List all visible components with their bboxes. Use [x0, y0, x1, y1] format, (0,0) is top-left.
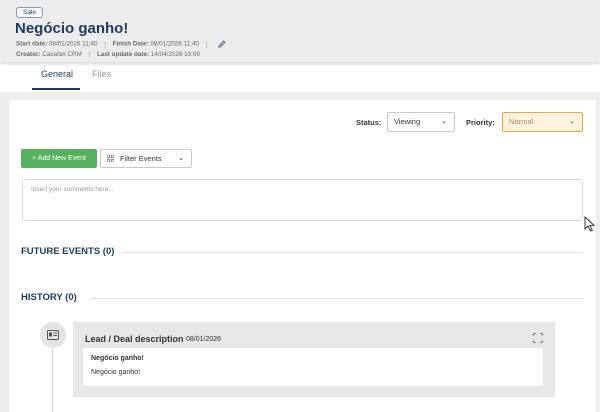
id-card-icon — [47, 330, 59, 340]
priority-label: Priority: — [466, 118, 495, 127]
separator: | — [205, 40, 208, 48]
priority-select[interactable]: Normal ⌄ — [502, 112, 583, 132]
history-card: Lead / Deal description 08/01/2026 Negóc… — [73, 322, 555, 397]
divider — [91, 298, 583, 299]
page-title: Negócio ganho! — [15, 20, 129, 37]
active-tab-indicator — [32, 88, 80, 90]
history-card-heading: Negócio ganho! — [91, 355, 144, 362]
timeline-marker — [40, 322, 66, 348]
priority-value: Normal — [509, 117, 534, 126]
history-card-title: Lead / Deal description — [85, 334, 184, 344]
chevron-down-icon: ⌄ — [178, 155, 184, 162]
filter-events-label: Filter Events — [120, 154, 162, 163]
filter-events-button[interactable]: Filter Events ⌄ — [100, 149, 192, 168]
finish-date-value: 08/01/2026 11:40 — [150, 40, 199, 48]
status-select[interactable]: Viewing ⌄ — [387, 112, 455, 132]
status-value: Viewing — [394, 117, 421, 126]
history-card-body: Negócio ganho! Negócio ganho! — [83, 348, 543, 386]
status-label: Status: — [356, 118, 382, 127]
creator-label: Creator: — [16, 51, 41, 58]
history-card-date: 08/01/2026 — [186, 336, 222, 343]
chevron-down-icon: ⌄ — [569, 118, 575, 125]
add-new-event-button[interactable]: + Add New Event — [21, 149, 97, 168]
future-events-heading: FUTURE EVENTS (0) — [21, 246, 115, 257]
comment-placeholder: Insert your comments here... — [31, 186, 114, 193]
grid-icon — [107, 155, 114, 162]
last-update-value: 14/04/2026 15:09 — [150, 51, 200, 58]
divider — [123, 252, 583, 253]
separator: | — [88, 51, 91, 58]
timeline-line — [52, 347, 53, 412]
dates-row: Start date: 08/01/2026 11:40 | Finish Da… — [16, 40, 226, 48]
creator-row: Creator: Casafari CRM | Last update date… — [16, 51, 200, 58]
history-card-text: Negócio ganho! — [91, 369, 141, 376]
start-date-label: Start date: — [16, 40, 48, 48]
finish-date-label: Finish Date: — [112, 40, 149, 48]
last-update-label: Last update date: — [96, 51, 150, 58]
tab-general[interactable]: General — [41, 69, 73, 79]
mouse-cursor-icon — [584, 216, 595, 232]
deal-header: Sale Negócio ganho! Start date: 08/01/20… — [0, 0, 600, 62]
general-panel: Status: Viewing ⌄ Priority: Normal ⌄ + A… — [9, 100, 596, 412]
type-badge: Sale — [16, 7, 44, 18]
chevron-down-icon: ⌄ — [441, 118, 447, 125]
history-heading: HISTORY (0) — [21, 292, 77, 303]
expand-icon[interactable] — [533, 333, 543, 343]
comment-input[interactable]: Insert your comments here... — [22, 179, 583, 221]
tab-files[interactable]: Files — [92, 69, 111, 79]
pencil-icon[interactable] — [218, 40, 226, 48]
creator-value: Casafari CRM — [42, 51, 82, 58]
tab-bar: General Files — [0, 62, 600, 92]
separator: | — [104, 40, 106, 48]
start-date-value: 08/01/2026 11:40 — [48, 40, 98, 48]
